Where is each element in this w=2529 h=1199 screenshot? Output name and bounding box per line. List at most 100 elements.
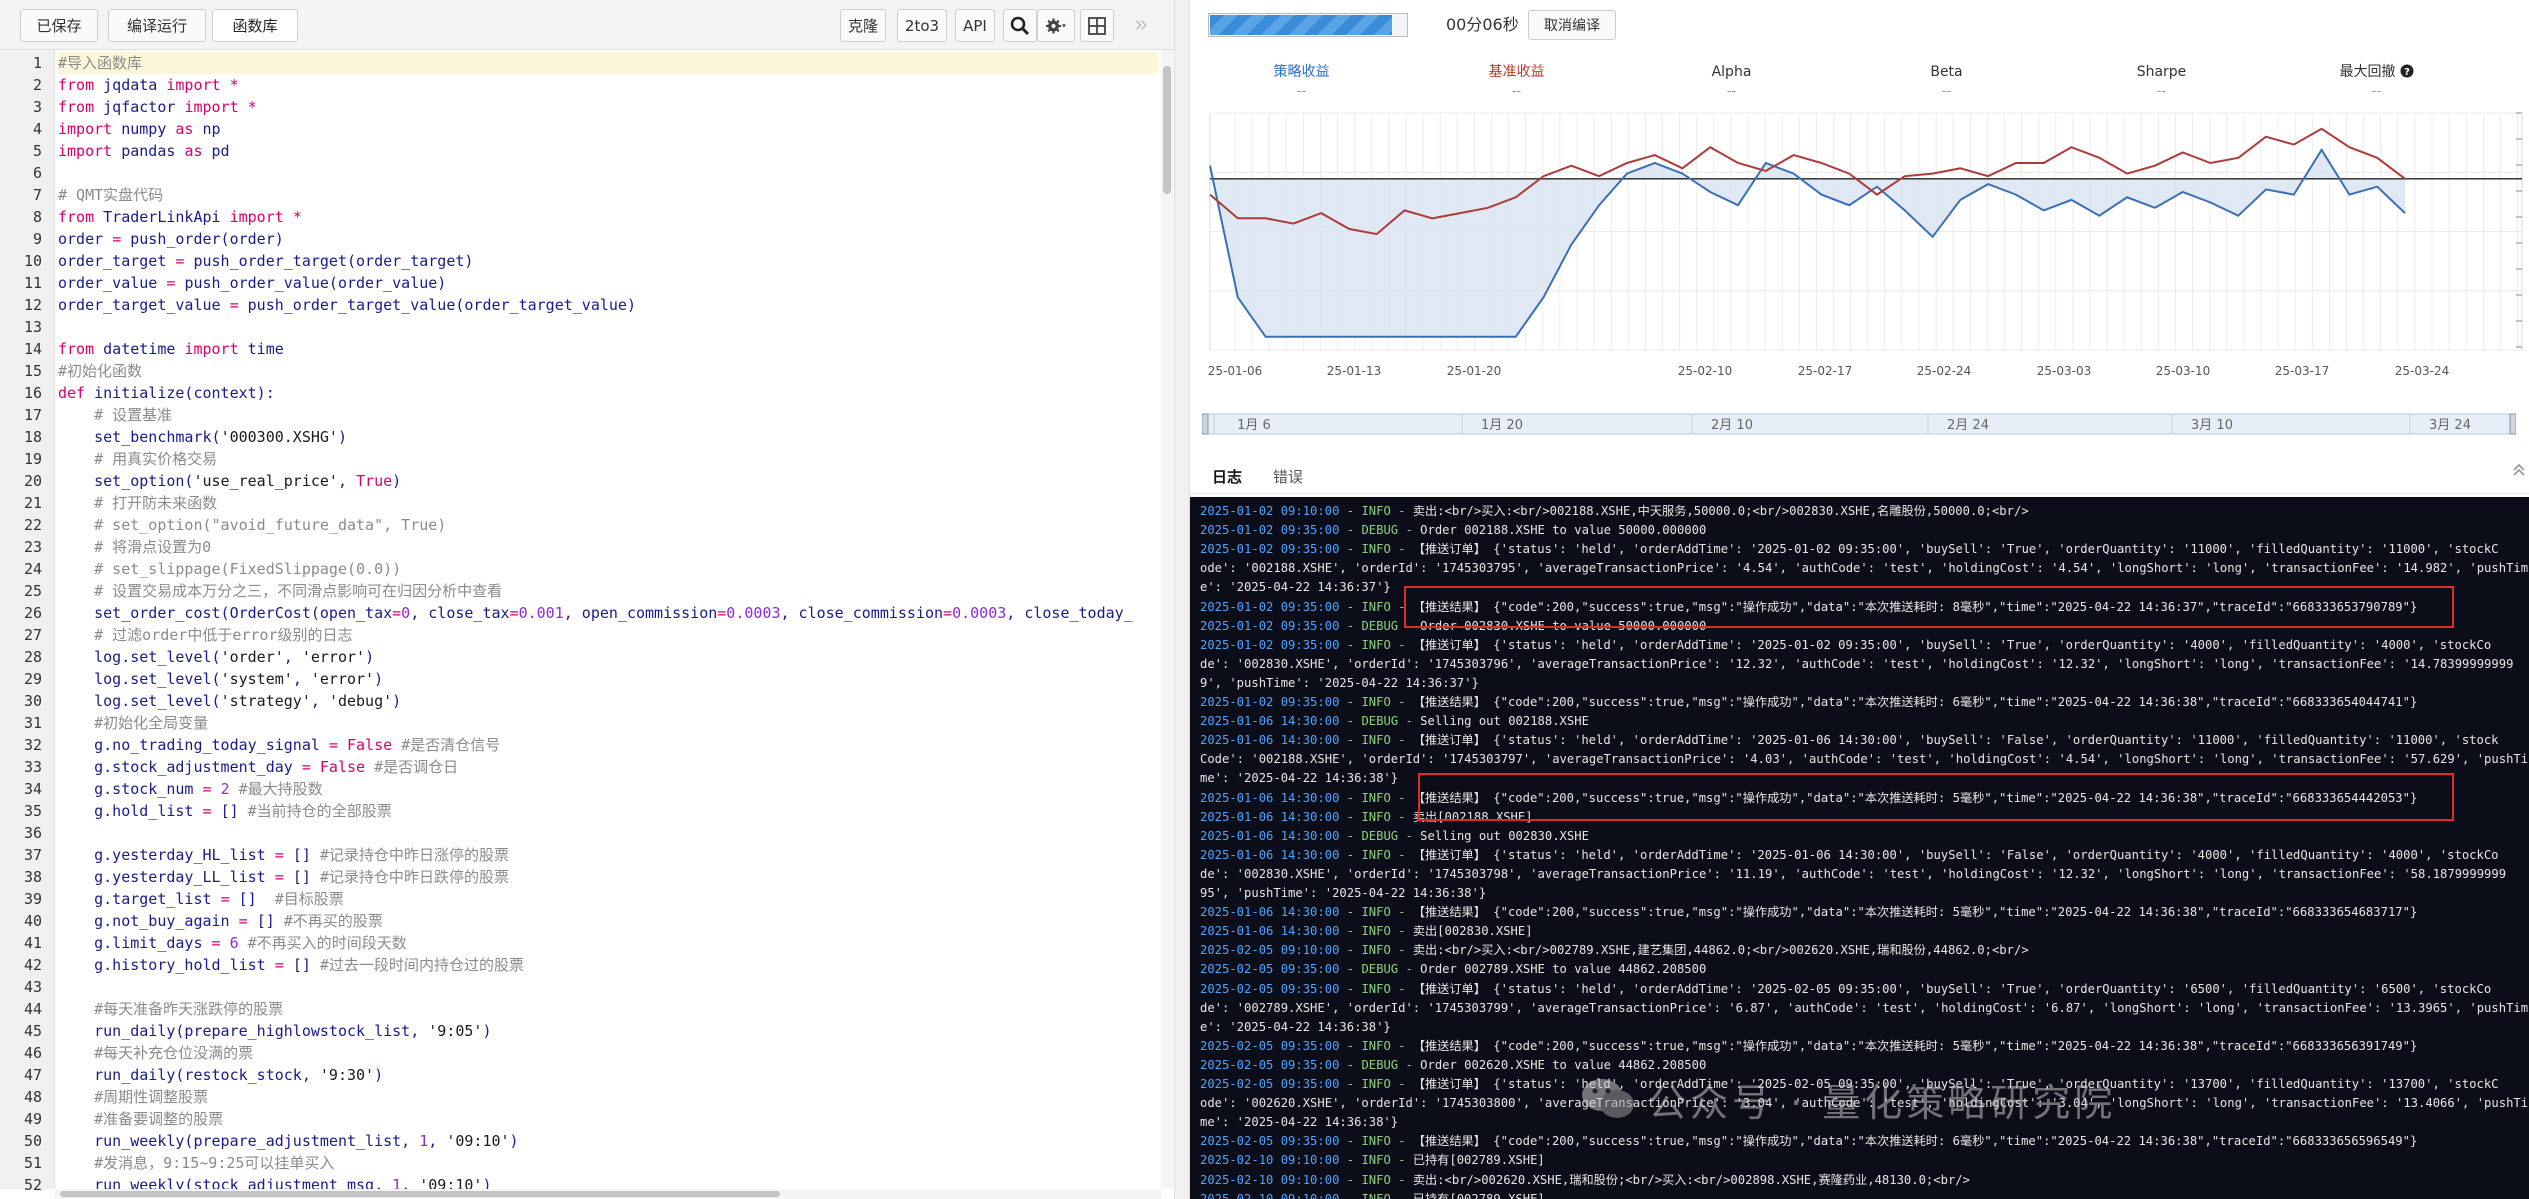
code-line[interactable]: g.stock_num = 2 #最大持股数: [58, 778, 323, 800]
code-token: 0.0003: [726, 604, 781, 622]
code-line[interactable]: # 用真实价格交易: [58, 448, 217, 470]
code-line[interactable]: set_order_cost(OrderCost(open_tax=0, clo…: [58, 602, 1133, 624]
code-line[interactable]: import numpy as np: [58, 118, 221, 140]
code-line[interactable]: #导入函数库: [58, 52, 1158, 74]
saved-button[interactable]: 已保存: [20, 9, 98, 42]
search-button[interactable]: [1003, 9, 1037, 42]
code-line[interactable]: g.no_trading_today_signal = False #是否清仓信…: [58, 734, 500, 756]
log-line: 2025-01-02 09:35:00 - INFO - 【推送订单】 {'st…: [1200, 540, 2499, 559]
vertical-scrollbar[interactable]: [1161, 50, 1173, 1189]
horizontal-scroll-thumb[interactable]: [60, 1191, 780, 1197]
function-library-button[interactable]: 函数库: [212, 9, 298, 42]
code-line[interactable]: #每天补充仓位没满的票: [58, 1042, 253, 1064]
code-token: 'order': [220, 648, 284, 666]
code-line[interactable]: g.not_buy_again = [] #不再买的股票: [58, 910, 383, 932]
code-line[interactable]: g.limit_days = 6 #不再买入的时间段天数: [58, 932, 407, 954]
code-line[interactable]: order_target_value = push_order_target_v…: [58, 294, 636, 316]
clone-button[interactable]: 克隆: [840, 9, 886, 42]
code-token: '9:05': [428, 1022, 483, 1040]
code-line[interactable]: # QMT实盘代码: [58, 184, 163, 206]
tab-error[interactable]: 错误: [1273, 466, 1303, 488]
code-line[interactable]: # set_slippage(FixedSlippage(0.0)): [58, 558, 401, 580]
editor-toolbar: 已保存 编译运行 函数库 克隆 2to3 API »: [0, 0, 1174, 50]
settings-button[interactable]: [1037, 9, 1075, 42]
code-line[interactable]: g.yesterday_HL_list = [] #记录持仓中昨日涨停的股票: [58, 844, 509, 866]
code-line[interactable]: #初始化全局变量: [58, 712, 208, 734]
code-line[interactable]: import pandas as pd: [58, 140, 230, 162]
collapse-pane-icon[interactable]: »: [1135, 11, 1147, 37]
code-line[interactable]: #每天准备昨天涨跌停的股票: [58, 998, 283, 1020]
code-line[interactable]: # 打开防未来函数: [58, 492, 217, 514]
code-line[interactable]: run_daily(prepare_highlowstock_list, '9:…: [58, 1020, 491, 1042]
code-line[interactable]: g.yesterday_LL_list = [] #记录持仓中昨日跌停的股票: [58, 866, 509, 888]
code-line[interactable]: from jqfactor import *: [58, 96, 257, 118]
vertical-scroll-thumb[interactable]: [1163, 66, 1171, 194]
log-timestamp: 2025-01-02 09:35:00: [1200, 637, 1340, 652]
line-number: 28: [23, 648, 42, 666]
code-area[interactable]: #导入函数库 from jqdata import * from jqfactor …: [58, 50, 1158, 1189]
pane-splitter[interactable]: [1174, 0, 1190, 1199]
code-token: set_option(: [58, 472, 194, 490]
code-line[interactable]: log.set_level('system', 'error'): [58, 668, 383, 690]
log-level: INFO: [1361, 790, 1391, 805]
code-token: #不再买入的时间段天数: [247, 934, 407, 952]
log-line: 2025-01-06 14:30:00 - INFO - 【推送订单】 {'st…: [1200, 731, 2499, 750]
code-line[interactable]: #初始化函数: [58, 360, 142, 382]
code-line[interactable]: run_daily(restock_stock, '9:30'): [58, 1064, 383, 1086]
code-token: ,: [428, 1132, 447, 1150]
code-line[interactable]: from TraderLinkApi import *: [58, 206, 302, 228]
code-line[interactable]: from jqdata import *: [58, 74, 239, 96]
log-line: de': '002830.XSHE', 'orderId': '17453037…: [1200, 865, 2506, 884]
code-line[interactable]: order_target = push_order_target(order_t…: [58, 250, 473, 272]
log-level: INFO: [1361, 1038, 1391, 1053]
help-icon[interactable]: ?: [2400, 64, 2414, 78]
code-editor[interactable]: 1 2 3 4 5 6 7 8 9 10 11 12 13 14 15 16 17 18 19 20 21 22 23 24 2…: [0, 50, 1174, 1199]
code-line[interactable]: # 过滤order中低于error级别的日志: [58, 624, 352, 646]
tab-log[interactable]: 日志: [1212, 466, 1242, 488]
code-line[interactable]: g.hold_list = [] #当前持仓的全部股票: [58, 800, 392, 822]
cancel-compile-button[interactable]: 取消编译: [1528, 10, 1616, 40]
code-line[interactable]: g.stock_adjustment_day = False #是否调仓日: [58, 756, 458, 778]
code-line[interactable]: def initialize(context):: [58, 382, 275, 404]
code-line[interactable]: from datetime import time: [58, 338, 284, 360]
log-line: 2025-01-06 14:30:00 - INFO - 卖出[002830.X…: [1200, 922, 1533, 941]
api-button[interactable]: API: [955, 9, 995, 42]
2to3-button[interactable]: 2to3: [897, 9, 947, 42]
x-tick-label: 25-02-10: [1678, 364, 1732, 378]
line-number: 7: [32, 186, 42, 204]
code-line[interactable]: log.set_level('strategy', 'debug'): [58, 690, 401, 712]
code-line[interactable]: #发消息，9:15~9:25可以挂单买入: [58, 1152, 334, 1174]
log-timestamp: 2025-01-06 14:30:00: [1200, 847, 1340, 862]
fullscreen-button[interactable]: [1080, 9, 1114, 42]
expand-icon: [1088, 16, 1106, 35]
code-line[interactable]: set_benchmark('000300.XSHG'): [58, 426, 347, 448]
compile-run-button[interactable]: 编译运行: [108, 9, 206, 42]
log-line: 2025-02-10 09:10:00 - INFO - 卖出:<br/>002…: [1200, 1171, 1970, 1190]
log-level: INFO: [1361, 905, 1391, 920]
chart-navigator[interactable]: 1月 6 1月 20 2月 10 2月 24 3月 10 3月 24: [1202, 412, 2516, 442]
log-console[interactable]: 2025-02-10 09:10:00 - INFO - 已持有[002789.…: [1190, 497, 2529, 1199]
code-line[interactable]: #准备要调整的股票: [58, 1108, 223, 1130]
code-line[interactable]: order = push_order(order): [58, 228, 284, 250]
code-line[interactable]: run_weekly(stock_adjustment_msg, 1, '09:…: [58, 1174, 491, 1189]
navigator-left-handle[interactable]: [1202, 413, 1209, 435]
code-line[interactable]: order_value = push_order_value(order_val…: [58, 272, 446, 294]
code-line[interactable]: # 将滑点设置为0: [58, 536, 211, 558]
code-line[interactable]: #周期性调整股票: [58, 1086, 208, 1108]
code-token: #是否清仓信号: [401, 736, 501, 754]
log-line: 2025-02-10 09:10:00 - INFO - 已持有[002789.…: [1200, 1151, 1545, 1170]
code-line[interactable]: log.set_level('order', 'error'): [58, 646, 374, 668]
code-line[interactable]: # 设置基准: [58, 404, 172, 426]
code-token: order_value: [58, 274, 167, 292]
navigator-tick-label: 3月 10: [2191, 418, 2233, 433]
code-line[interactable]: g.target_list = [] #目标股票: [58, 888, 344, 910]
collapse-log-icon[interactable]: [2512, 463, 2526, 477]
code-line[interactable]: set_option('use_real_price', True): [58, 470, 401, 492]
code-line[interactable]: # 设置交易成本万分之三，不同滑点影响可在归因分析中查看: [58, 580, 502, 602]
navigator-right-handle[interactable]: [2509, 413, 2516, 435]
code-line[interactable]: g.history_hold_list = [] #过去一段时间内持仓过的股票: [58, 954, 524, 976]
log-separator: -: [1339, 828, 1362, 843]
code-line[interactable]: # set_option("avoid_future_data", True): [58, 514, 446, 536]
navigator-track[interactable]: [1202, 413, 2516, 435]
code-line[interactable]: run_weekly(prepare_adjustment_list, 1, '…: [58, 1130, 518, 1152]
